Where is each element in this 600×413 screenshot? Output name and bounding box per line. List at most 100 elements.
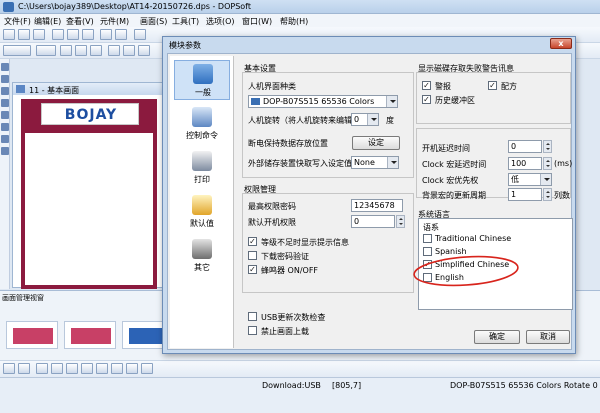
buzzer-label: 蜂鸣器 ON/OFF bbox=[261, 266, 319, 275]
align-icon[interactable] bbox=[141, 363, 153, 374]
screen-icon bbox=[16, 85, 25, 93]
screen-thumbnail[interactable] bbox=[6, 321, 58, 349]
zoom-icon[interactable] bbox=[134, 29, 146, 40]
align-icon[interactable] bbox=[96, 363, 108, 374]
clock-macro-priority-select[interactable]: 低 bbox=[508, 173, 552, 186]
layout-icon[interactable] bbox=[3, 363, 15, 374]
align-icon[interactable] bbox=[111, 363, 123, 374]
menu-screen[interactable]: 画面(S) bbox=[140, 16, 167, 27]
background-macro-stepper[interactable] bbox=[543, 188, 552, 201]
rotation-select[interactable]: 0 bbox=[351, 113, 379, 126]
ok-button[interactable]: 确定 bbox=[474, 330, 520, 344]
background-macro-label: 背景宏的更新周期 bbox=[422, 191, 486, 200]
screen-editor-title-bar: 11 - 基本画面 bbox=[13, 83, 163, 95]
history-buffer-checkbox[interactable]: ✓ bbox=[422, 95, 431, 104]
menu-element[interactable]: 元件(M) bbox=[100, 16, 129, 27]
menu-file[interactable]: 文件(F) bbox=[4, 16, 31, 27]
disable-upload-checkbox[interactable] bbox=[248, 326, 257, 335]
menu-tools[interactable]: 工具(T) bbox=[172, 16, 199, 27]
insufficient-prompt-checkbox[interactable]: ✓ bbox=[248, 237, 257, 246]
menu-options[interactable]: 选项(O) bbox=[206, 16, 235, 27]
line-tool-icon[interactable] bbox=[1, 75, 9, 83]
nav-print[interactable]: 打印 bbox=[174, 148, 230, 188]
menu-help[interactable]: 帮助(H) bbox=[280, 16, 308, 27]
paste-icon[interactable] bbox=[82, 29, 94, 40]
color-select[interactable] bbox=[36, 45, 56, 56]
bold-icon[interactable] bbox=[108, 45, 120, 56]
arc-tool-icon[interactable] bbox=[1, 111, 9, 119]
text-tool-icon[interactable] bbox=[1, 123, 9, 131]
printer-icon bbox=[192, 151, 212, 171]
status-model: DOP-B07S515 65536 Colors Rotate 0 bbox=[450, 381, 598, 390]
screen-canvas[interactable]: BOJAY bbox=[21, 99, 157, 289]
nav-default-value[interactable]: 默认值 bbox=[174, 192, 230, 232]
select-tool-icon[interactable] bbox=[1, 63, 9, 71]
buzzer-checkbox[interactable]: ✓ bbox=[248, 265, 257, 274]
language-checkbox[interactable] bbox=[423, 234, 432, 243]
default-permission-input[interactable]: 0 bbox=[351, 215, 395, 228]
align-icon[interactable] bbox=[51, 363, 63, 374]
rect-tool-icon[interactable] bbox=[1, 87, 9, 95]
chevron-down-icon[interactable] bbox=[387, 157, 398, 168]
underline-icon[interactable] bbox=[138, 45, 150, 56]
download-password-checkbox[interactable] bbox=[248, 251, 257, 260]
image-tool-icon[interactable] bbox=[1, 135, 9, 143]
layout-icon[interactable] bbox=[18, 363, 30, 374]
hmi-type-value: DOP-B07S515 65536 Colors bbox=[263, 97, 375, 106]
redo-icon[interactable] bbox=[115, 29, 127, 40]
background-macro-input[interactable]: 1 bbox=[508, 188, 542, 201]
chevron-down-icon[interactable] bbox=[367, 114, 378, 125]
startup-delay-input[interactable]: 0 bbox=[508, 140, 542, 153]
undo-icon[interactable] bbox=[100, 29, 112, 40]
copy-icon[interactable] bbox=[67, 29, 79, 40]
startup-delay-stepper[interactable] bbox=[543, 140, 552, 153]
open-file-icon[interactable] bbox=[18, 29, 30, 40]
menu-window[interactable]: 窗口(W) bbox=[242, 16, 272, 27]
align-right-icon[interactable] bbox=[90, 45, 102, 56]
chevron-down-icon[interactable] bbox=[386, 96, 397, 107]
external-storage-select[interactable]: None bbox=[351, 156, 399, 169]
clock-macro-delay-stepper[interactable] bbox=[543, 157, 552, 170]
screen-thumbnail[interactable] bbox=[64, 321, 116, 349]
cut-icon[interactable] bbox=[52, 29, 64, 40]
bojay-logo: BOJAY bbox=[41, 103, 139, 125]
align-icon[interactable] bbox=[81, 363, 93, 374]
alarm-label: 警报 bbox=[435, 82, 451, 91]
disable-upload-label: 禁止画面上载 bbox=[261, 327, 309, 336]
alarm-checkbox[interactable]: ✓ bbox=[422, 81, 431, 90]
clock-macro-delay-unit: (ms) bbox=[554, 159, 573, 168]
insufficient-prompt-label: 等级不足时显示提示信息 bbox=[261, 238, 349, 247]
align-icon[interactable] bbox=[126, 363, 138, 374]
italic-icon[interactable] bbox=[123, 45, 135, 56]
nav-control-command[interactable]: 控制命令 bbox=[174, 104, 230, 144]
nav-general[interactable]: 一般 bbox=[174, 60, 230, 100]
settings-nav: 一般 控制命令 打印 默认值 其它 bbox=[170, 56, 234, 348]
chevron-down-icon[interactable] bbox=[540, 174, 551, 185]
setting-button[interactable]: 设定 bbox=[352, 136, 400, 150]
hmi-type-select[interactable]: DOP-B07S515 65536 Colors bbox=[248, 95, 398, 108]
save-icon[interactable] bbox=[33, 29, 45, 40]
close-button[interactable]: x bbox=[550, 38, 572, 49]
general-icon bbox=[193, 64, 213, 84]
menu-view[interactable]: 查看(V) bbox=[66, 16, 94, 27]
highest-password-input[interactable]: 12345678 bbox=[351, 199, 403, 212]
align-icon[interactable] bbox=[36, 363, 48, 374]
clock-macro-delay-input[interactable]: 100 bbox=[508, 157, 542, 170]
default-value-icon bbox=[192, 195, 212, 215]
font-size-select[interactable] bbox=[3, 45, 31, 56]
table-tool-icon[interactable] bbox=[1, 147, 9, 155]
align-icon[interactable] bbox=[66, 363, 78, 374]
canvas-content-area[interactable] bbox=[25, 133, 153, 285]
new-file-icon[interactable] bbox=[3, 29, 15, 40]
usb-update-check-checkbox[interactable] bbox=[248, 312, 257, 321]
app-title: C:\Users\bojay389\Desktop\AT14-20150726.… bbox=[18, 2, 251, 11]
default-permission-stepper[interactable] bbox=[396, 215, 405, 228]
recipe-checkbox[interactable]: ✓ bbox=[488, 81, 497, 90]
menu-edit[interactable]: 编辑(E) bbox=[34, 16, 61, 27]
nav-other[interactable]: 其它 bbox=[174, 236, 230, 276]
cancel-button[interactable]: 取消 bbox=[526, 330, 570, 344]
align-left-icon[interactable] bbox=[60, 45, 72, 56]
circle-tool-icon[interactable] bbox=[1, 99, 9, 107]
align-center-icon[interactable] bbox=[75, 45, 87, 56]
status-download: Download:USB bbox=[262, 381, 321, 390]
